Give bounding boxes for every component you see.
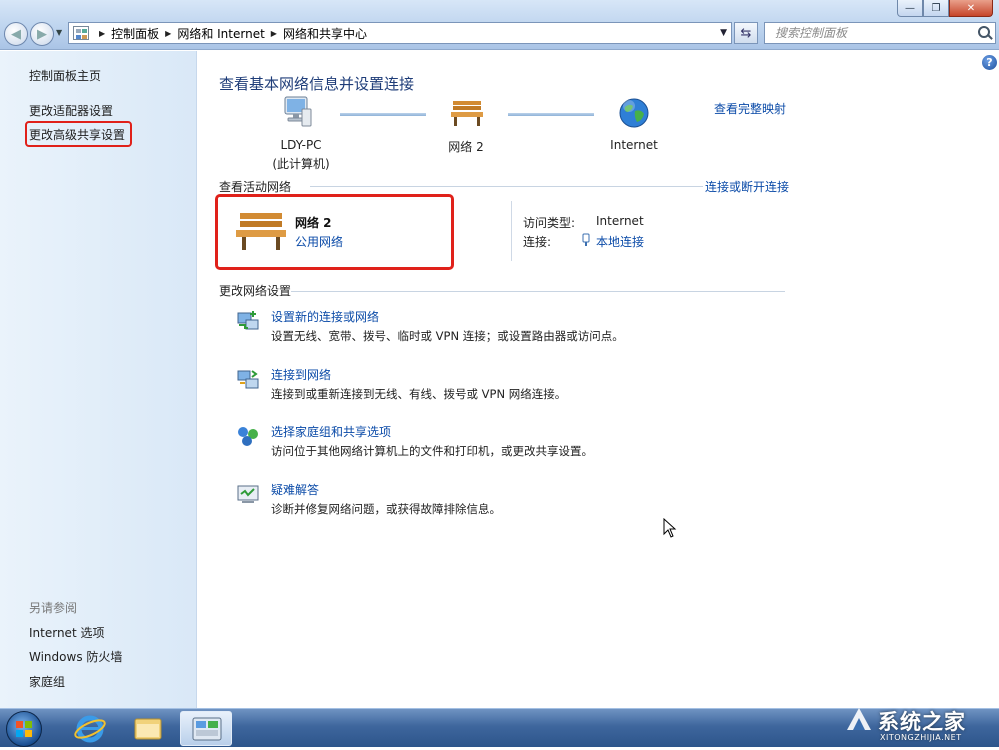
start-button[interactable]	[6, 711, 42, 747]
breadcrumb-network-sharing-center[interactable]: 网络和共享中心	[283, 25, 367, 42]
connect-network-icon	[237, 370, 259, 389]
breadcrumb-control-panel[interactable]: 控制面板	[111, 25, 159, 42]
watermark-subtext: XITONGZHIJIA.NET	[880, 733, 962, 742]
homegroup-sharing-link[interactable]: 选择家庭组和共享选项	[271, 423, 391, 440]
taskbar-internet-explorer[interactable]	[64, 711, 116, 746]
control-panel-icon	[192, 717, 222, 741]
connect-or-disconnect-link[interactable]: 连接或断开连接	[703, 178, 790, 195]
title-bar: — ❐ ✕ ◀ ▶ ▼ ▶ 控制面板 ▶ 网络和 Internet ▶ 网络和共…	[0, 0, 999, 50]
forward-button[interactable]: ▶	[30, 22, 54, 46]
network-node-label: 网络 2	[448, 140, 484, 154]
access-type-value: Internet	[596, 214, 644, 228]
connect-to-network-desc: 连接到或重新连接到无线、有线、拨号或 VPN 网络连接。	[271, 387, 567, 401]
computer-icon[interactable]	[282, 95, 314, 129]
windows-firewall-link[interactable]: Windows 防火墙	[29, 648, 122, 665]
breadcrumb-network-internet[interactable]: 网络和 Internet	[177, 25, 264, 42]
bench-icon[interactable]	[450, 99, 484, 127]
main-content: ? 查看基本网络信息并设置连接 查看完整映射 LDY-PC (此计算机) 网络 …	[198, 51, 999, 708]
internet-node-label: Internet	[610, 138, 658, 152]
globe-icon[interactable]	[618, 97, 650, 129]
refresh-icon: ⇆	[740, 25, 752, 41]
taskbar-control-panel[interactable]	[180, 711, 232, 746]
highlight-box	[215, 194, 454, 270]
watermark-text: 系统之家	[878, 710, 966, 734]
connection-line	[340, 113, 426, 116]
vertical-divider	[511, 201, 512, 261]
ethernet-icon	[582, 233, 590, 246]
setup-new-connection-desc: 设置无线、宽带、拨号、临时或 VPN 连接；或设置路由器或访问点。	[271, 329, 624, 343]
troubleshoot-icon	[237, 485, 259, 503]
homegroup-icon	[238, 427, 258, 446]
control-panel-home-link[interactable]: 控制面板主页	[29, 67, 101, 84]
chevron-right-icon[interactable]: ▶	[99, 29, 105, 38]
arrow-left-icon: ◀	[11, 26, 21, 42]
internet-options-link[interactable]: Internet 选项	[29, 624, 104, 641]
refresh-button[interactable]: ⇆	[734, 22, 758, 44]
mouse-cursor-icon	[663, 518, 677, 538]
active-networks-heading: 查看活动网络	[219, 180, 292, 194]
troubleshoot-link[interactable]: 疑难解答	[271, 481, 319, 498]
this-computer-label: (此计算机)	[272, 157, 330, 171]
new-connection-icon	[237, 311, 259, 330]
back-button[interactable]: ◀	[4, 22, 28, 46]
connections-label: 连接:	[523, 235, 552, 249]
search-box[interactable]	[764, 22, 996, 44]
see-also-heading: 另请参阅	[29, 601, 78, 615]
minimize-button[interactable]: —	[897, 0, 923, 17]
chevron-right-icon[interactable]: ▶	[165, 29, 171, 38]
taskbar-explorer[interactable]	[122, 711, 174, 746]
windows-logo-icon	[16, 721, 32, 737]
setup-new-connection-link[interactable]: 设置新的连接或网络	[271, 308, 379, 325]
window-controls: — ❐ ✕	[897, 0, 993, 18]
chevron-right-icon[interactable]: ▶	[271, 29, 277, 38]
search-icon[interactable]	[978, 26, 990, 38]
highlight-box	[25, 121, 132, 147]
homegroup-sharing-desc: 访问位于其他网络计算机上的文件和打印机，或更改共享设置。	[271, 444, 593, 458]
address-bar[interactable]: ▶ 控制面板 ▶ 网络和 Internet ▶ 网络和共享中心 ▼	[68, 22, 732, 44]
close-button[interactable]: ✕	[949, 0, 993, 17]
left-navigation-pane: 控制面板主页 更改适配器设置 更改高级共享设置 另请参阅 Internet 选项…	[0, 51, 197, 708]
computer-name-label: LDY-PC	[280, 138, 322, 152]
section-divider	[291, 291, 785, 292]
local-connection-link[interactable]: 本地连接	[596, 233, 644, 250]
view-full-map-link[interactable]: 查看完整映射	[714, 100, 786, 117]
change-settings-heading: 更改网络设置	[219, 284, 292, 298]
search-input[interactable]	[773, 25, 963, 41]
address-dropdown-icon[interactable]: ▼	[720, 28, 727, 38]
folder-icon	[134, 718, 162, 740]
change-adapter-settings-link[interactable]: 更改适配器设置	[29, 102, 113, 119]
help-icon[interactable]: ?	[982, 55, 997, 70]
internet-explorer-icon	[74, 715, 106, 743]
connect-to-network-link[interactable]: 连接到网络	[271, 366, 331, 383]
recent-pages-dropdown[interactable]: ▼	[56, 28, 62, 37]
arrow-right-icon: ▶	[37, 26, 47, 42]
troubleshoot-desc: 诊断并修复网络问题，或获得故障排除信息。	[271, 502, 501, 516]
homegroup-link[interactable]: 家庭组	[29, 673, 65, 690]
maximize-button[interactable]: ❐	[923, 0, 949, 17]
control-panel-icon	[73, 26, 89, 40]
access-type-label: 访问类型:	[523, 216, 576, 230]
connection-line	[508, 113, 594, 116]
page-title: 查看基本网络信息并设置连接	[219, 75, 415, 93]
